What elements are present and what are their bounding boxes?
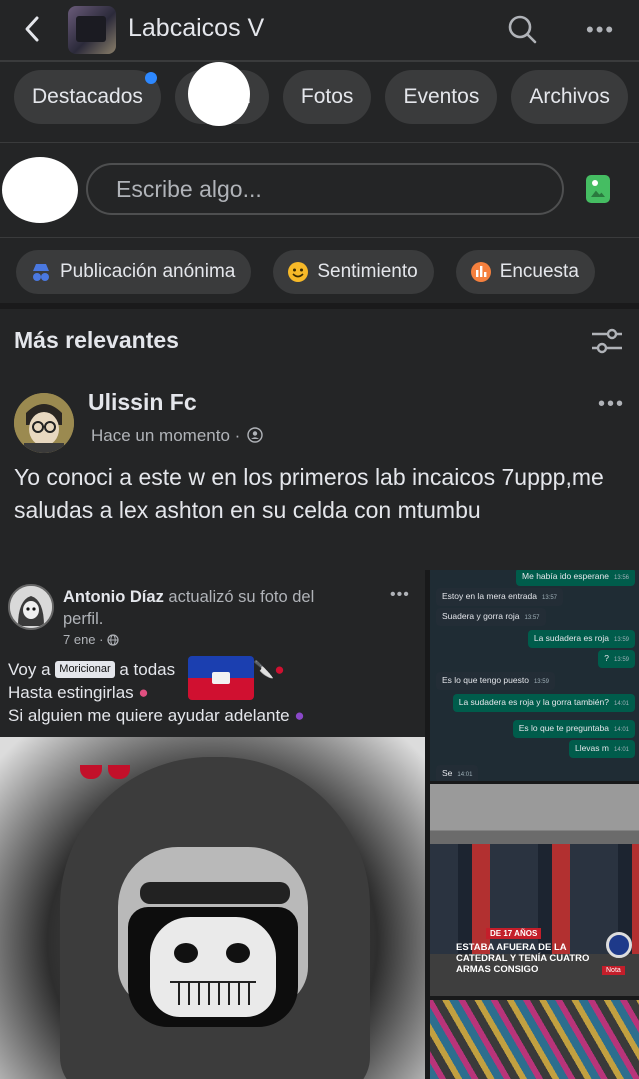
news-nota-tag: Nota bbox=[602, 966, 625, 975]
composer-input[interactable]: Escribe algo... bbox=[86, 163, 564, 215]
group-header: Labcaicos V ••• bbox=[0, 0, 639, 60]
chat-message-time: 13:59 bbox=[613, 657, 629, 663]
group-icon bbox=[247, 427, 263, 443]
divider bbox=[0, 237, 639, 238]
notification-dot bbox=[144, 72, 157, 84]
chat-message: Se 14:01 bbox=[436, 765, 479, 781]
post-author-name[interactable]: Ulissin Fc bbox=[88, 389, 197, 416]
skull-mask-icon bbox=[150, 917, 276, 1017]
chat-message-time: 13:57 bbox=[541, 595, 557, 601]
more-horizontal-icon[interactable]: ••• bbox=[586, 17, 615, 43]
chat-message-text: Estoy en la mera entrada bbox=[442, 591, 537, 601]
chat-message-time: 14:01 bbox=[613, 747, 629, 753]
anonymous-post-button[interactable]: Publicación anónima bbox=[16, 250, 252, 294]
chat-message-time: 14:01 bbox=[613, 727, 629, 733]
tongue-emoji-icon: ● bbox=[138, 683, 149, 702]
chat-message: La sudadera es roja 13:59 bbox=[527, 630, 635, 648]
redaction-blob bbox=[2, 157, 78, 223]
post-timestamp[interactable]: Hace un momento · bbox=[91, 426, 263, 446]
search-icon[interactable] bbox=[506, 13, 538, 45]
chat-message-text: ? bbox=[604, 653, 609, 663]
tab-archivos[interactable]: Archivos bbox=[511, 70, 628, 124]
eyes-shadow bbox=[140, 882, 290, 904]
blood-drop-icon: ● bbox=[274, 660, 285, 679]
poll-button[interactable]: Encuesta bbox=[455, 250, 595, 294]
group-tabs: Destacados ú Fotos Eventos Archivos bbox=[14, 70, 628, 124]
news-headline: ESTABA AFUERA DE LA CATEDRAL Y TENÍA CUA… bbox=[456, 942, 590, 975]
news-badge: DE 17 AÑOS bbox=[486, 928, 542, 939]
embedded-author-avatar bbox=[8, 584, 54, 630]
chat-message-time: 13:59 bbox=[533, 679, 549, 685]
chat-message-time: 13:57 bbox=[524, 615, 540, 621]
redaction-blob bbox=[188, 62, 250, 126]
embedded-date: 7 ene · bbox=[63, 632, 119, 647]
profile-photo bbox=[0, 737, 425, 1079]
chat-message: Me había ido esperane 13:56 bbox=[516, 570, 635, 586]
chat-message-time: 13:56 bbox=[613, 575, 629, 581]
mention-tag: Moricionar bbox=[55, 661, 115, 678]
embedded-more-icon: ••• bbox=[390, 586, 410, 603]
embedded-author-line: Antonio Díaz actualizó su foto del perfi… bbox=[63, 588, 315, 628]
chat-message-text: Se bbox=[442, 768, 453, 778]
chat-message-text: Me había ido esperane bbox=[522, 571, 609, 581]
haiti-flag-icon bbox=[188, 656, 254, 700]
chat-message: Es lo que te preguntaba 14:01 bbox=[512, 720, 635, 738]
group-title[interactable]: Labcaicos V bbox=[128, 14, 264, 43]
globe-icon bbox=[107, 634, 119, 646]
chat-message-text: Llevas m bbox=[574, 743, 609, 753]
filter-sliders-icon[interactable] bbox=[590, 326, 624, 356]
chat-message-time: 14:01 bbox=[613, 701, 629, 707]
sort-label[interactable]: Más relevantes bbox=[14, 327, 179, 354]
devil-emoji-icon: ● bbox=[294, 706, 305, 725]
chat-message: Estoy en la mera entrada 13:57 bbox=[436, 588, 563, 606]
chat-message-text: Es lo que tengo puesto bbox=[442, 675, 529, 685]
chat-screenshot: Me había ido esperane 13:56 Estoy en la me… bbox=[430, 570, 639, 781]
chevron-left-icon[interactable] bbox=[18, 14, 48, 44]
divider bbox=[0, 60, 639, 62]
embedded-line-3: Si alguien me quiere ayudar adelante ● bbox=[8, 706, 305, 725]
post-text: Yo conoci a este w en los primeros lab i… bbox=[14, 464, 604, 523]
incognito-icon bbox=[33, 264, 49, 281]
chat-message-text: La sudadera es roja bbox=[533, 633, 609, 643]
chat-message-time: 13:59 bbox=[613, 637, 629, 643]
tab-destacados[interactable]: Destacados bbox=[14, 70, 161, 124]
chat-message-text: Suadera y gorra roja bbox=[442, 611, 520, 621]
section-separator bbox=[0, 303, 639, 309]
party-photo bbox=[430, 1000, 639, 1079]
chat-message: La sudadera es roja y la gorra también? 1… bbox=[452, 694, 635, 712]
group-avatar[interactable] bbox=[68, 6, 116, 54]
chat-message: Es lo que tengo puesto 13:59 bbox=[436, 672, 555, 690]
chat-message: Suadera y gorra roja 13:57 bbox=[436, 608, 546, 626]
post-more-icon[interactable]: ••• bbox=[598, 393, 625, 416]
composer-actions: Publicación anónima Sentimiento Encuesta bbox=[16, 250, 595, 294]
tab-eventos[interactable]: Eventos bbox=[385, 70, 498, 124]
post-author-avatar[interactable] bbox=[14, 393, 74, 453]
knife-emoji-icon: 🔪 bbox=[253, 660, 275, 679]
feeling-button[interactable]: Sentimiento bbox=[273, 250, 434, 294]
chat-message-text: La sudadera es roja y la gorra también? bbox=[458, 697, 609, 707]
chat-message: Llevas m 14:01 bbox=[568, 740, 635, 758]
chat-message-text: Es lo que te preguntaba bbox=[518, 723, 609, 733]
chat-message: ? 13:59 bbox=[598, 650, 635, 668]
smiley-icon bbox=[288, 262, 309, 282]
divider bbox=[0, 142, 639, 143]
photo-icon[interactable] bbox=[586, 175, 610, 203]
chat-message-time: 14:01 bbox=[457, 772, 473, 778]
news-channel-logo bbox=[606, 932, 632, 958]
sunglasses-icon bbox=[80, 763, 132, 781]
tab-fotos[interactable]: Fotos bbox=[282, 70, 372, 124]
poll-icon bbox=[470, 262, 491, 282]
news-screenshot: DE 17 AÑOS ESTABA AFUERA DE LA CATEDRAL … bbox=[430, 784, 639, 996]
